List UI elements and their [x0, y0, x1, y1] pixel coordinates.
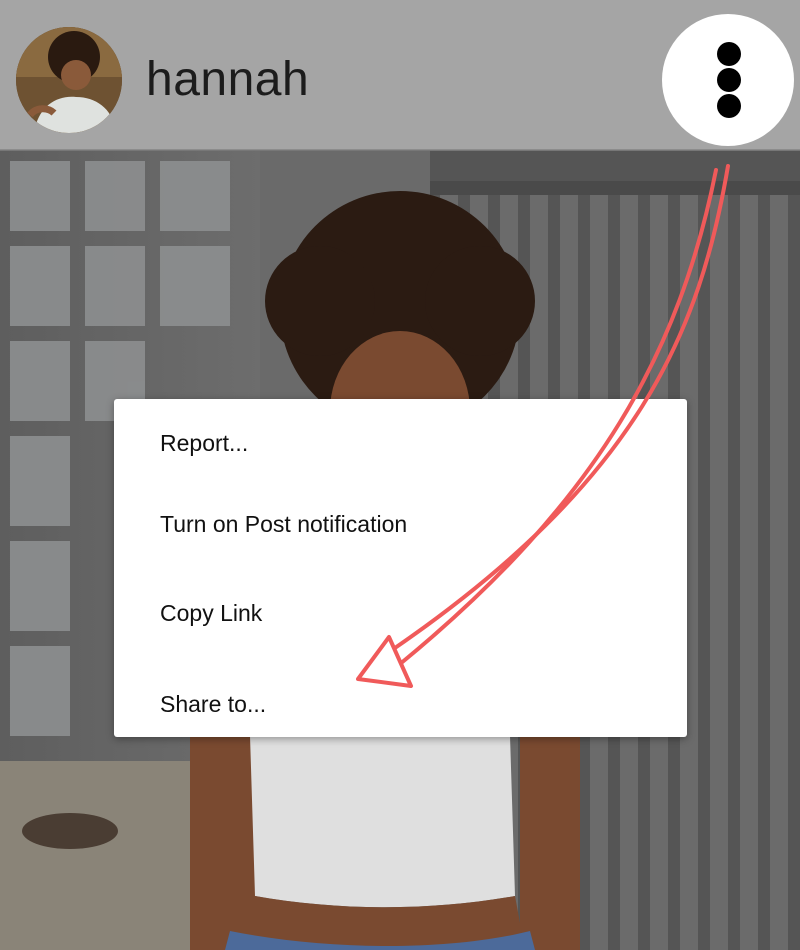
more-vertical-icon-dot-3 — [717, 94, 741, 118]
menu-item-label: Turn on Post notification — [160, 510, 408, 537]
more-options-button[interactable] — [662, 14, 794, 146]
menu-item-turn-on-post-notification[interactable]: Turn on Post notification — [114, 480, 687, 568]
menu-item-label: Report... — [160, 429, 249, 456]
more-vertical-icon — [717, 42, 741, 66]
more-vertical-icon-dot-2 — [717, 68, 741, 92]
menu-item-share-to[interactable]: Share to... — [114, 660, 687, 748]
menu-item-copy-link[interactable]: Copy Link — [114, 569, 687, 657]
menu-item-report[interactable]: Report... — [114, 399, 687, 487]
menu-item-label: Share to... — [160, 690, 267, 717]
post-header: hannah — [0, 0, 800, 150]
profile-photo-icon — [16, 27, 122, 133]
avatar[interactable] — [16, 27, 122, 133]
menu-item-label: Copy Link — [160, 599, 263, 626]
username[interactable]: hannah — [146, 52, 309, 107]
post-options-menu: Report... Turn on Post notification Copy… — [114, 399, 687, 737]
